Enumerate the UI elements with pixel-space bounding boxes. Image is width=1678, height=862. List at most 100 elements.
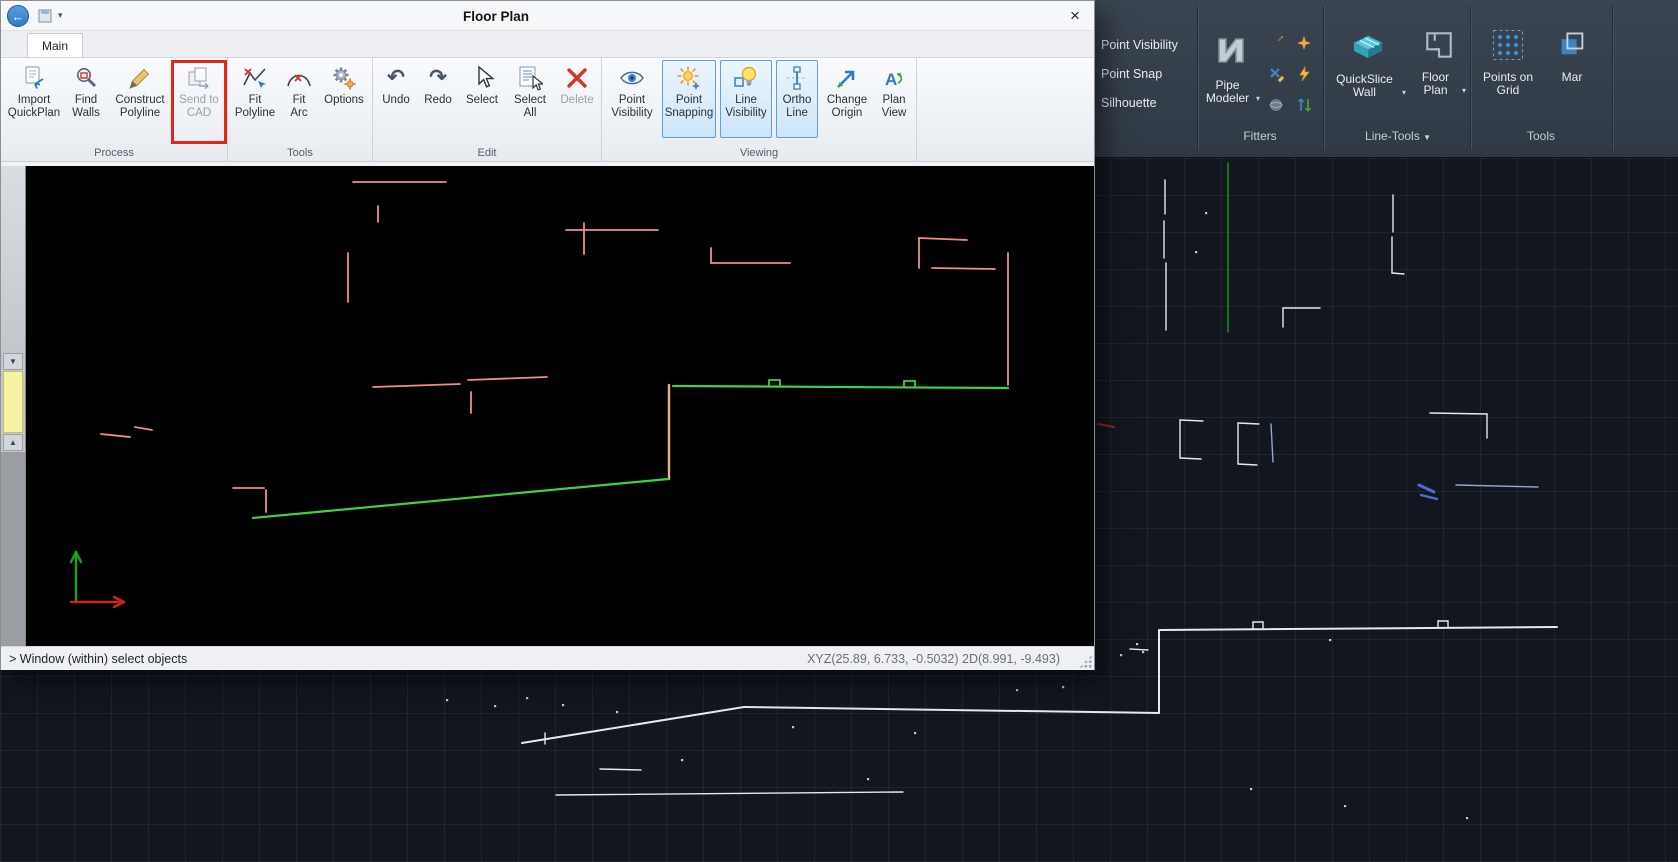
toggle-point-visibility[interactable]: Point Visibility [1097,32,1197,58]
button-label: Point Visibility [607,94,657,120]
button-label: Change Origin [823,94,871,120]
sphere-icon[interactable] [1262,90,1289,120]
import-quickplan-button[interactable]: Import QuickPlan [5,60,63,138]
button-label: Undo [382,94,410,107]
point-visibility-button[interactable]: Point Visibility [606,60,658,138]
floor-plan-dialog: ← ▾ Floor Plan × Main Import QuickPlan [0,0,1095,670]
tab-main[interactable]: Main [27,33,83,57]
group-label-tools: Tools [1478,129,1604,143]
sort-arrows-icon[interactable] [1290,90,1317,120]
palette-strip-top [1,166,25,352]
button-label: Select [466,94,498,107]
partial-right-button[interactable]: Mar [1544,24,1600,124]
floor-plan-drawing [26,166,1094,646]
floor-plan-button[interactable]: Floor Plan▾ [1412,24,1466,124]
quickslice-wall-button[interactable]: QuickSlice Wall▾ [1330,24,1406,124]
side-palette-strip: ▼ ▲ [1,166,26,646]
bomb-icon[interactable] [1262,28,1289,58]
select-button[interactable]: Select [461,60,503,138]
toggle-label: Point Snap [1101,67,1162,81]
button-label: Ortho Line [777,94,817,120]
button-label: Line Visibility [721,94,771,120]
button-label: Select All [508,94,552,120]
group-dropdown-icon: ▼ [1423,133,1431,142]
sun-snap-icon [676,64,702,92]
group-label-line-tools[interactable]: Line-Tools ▼ [1330,129,1466,144]
svg-text:A: A [885,70,897,89]
line-visibility-button[interactable]: Line Visibility [720,60,772,138]
select-all-button[interactable]: Select All [507,60,553,138]
construct-polyline-icon [127,64,153,92]
button-label: Fit Polyline [233,94,277,120]
change-origin-button[interactable]: Change Origin [822,60,872,138]
fit-polyline-icon [242,64,268,92]
toggle-silhouette[interactable]: Silhouette [1097,90,1197,116]
toggle-point-snap[interactable]: Point Snap [1097,61,1197,87]
button-label: Find Walls [68,94,104,120]
spark-icon[interactable] [1290,28,1317,58]
ribbon-separator [1323,6,1324,150]
group-edit: ↶ Undo ↷ Redo Select Selec [373,58,602,161]
dropdown-caret-icon: ▾ [1462,84,1466,97]
toggle-label: Point Visibility [1101,38,1178,52]
plan-view-icon: A [881,64,907,92]
dialog-title: Floor Plan [1,1,991,31]
ortho-line-icon [784,64,810,92]
point-snapping-button[interactable]: Point Snapping [662,60,716,138]
scroll-down-button[interactable]: ▼ [3,353,23,370]
fit-arc-icon [286,64,312,92]
scroll-up-button[interactable]: ▲ [3,434,23,451]
annotation-highlight-box [171,60,227,144]
palette-highlight[interactable] [3,371,23,433]
group-label-process: Process [5,144,223,161]
points-on-grid-icon [1491,28,1525,67]
redo-button[interactable]: ↷ Redo [419,60,457,138]
toggle-label: Silhouette [1101,96,1157,110]
find-walls-icon [73,64,99,92]
dialog-ribbon: Import QuickPlan Find Walls Construct Po… [1,58,1094,162]
status-coordinates: XYZ(25.89, 6.733, -0.5032) 2D(8.991, -9.… [807,652,1060,666]
lightning-icon[interactable] [1290,59,1317,89]
fit-arc-button[interactable]: Fit Arc [282,60,316,138]
change-origin-icon [834,64,860,92]
group-label-fitters: Fitters [1202,129,1318,143]
ortho-line-button[interactable]: Ortho Line [776,60,818,138]
floor-plan-icon [1423,28,1455,67]
button-label: Options [324,94,364,107]
delete-button[interactable]: Delete [557,60,597,138]
construct-polyline-button[interactable]: Construct Polyline [109,60,171,138]
dropdown-caret-icon: ▾ [1256,92,1260,105]
button-label: Point Snapping [663,94,715,120]
fit-polyline-button[interactable]: Fit Polyline [232,60,278,138]
ribbon-separator [1612,6,1613,150]
bulb-icon [733,64,759,92]
pipe-modeler-icon [1211,28,1251,75]
dialog-titlebar: ← ▾ Floor Plan × [1,1,1094,31]
button-label: Import QuickPlan [6,94,62,120]
fitters-mini-toolbar [1262,28,1317,120]
pipe-modeler-button[interactable]: Pipe Modeler▾ [1202,24,1260,124]
undo-icon: ↶ [387,64,405,92]
erase-fit-icon[interactable] [1262,59,1289,89]
tab-strip: Main [1,31,1094,58]
gear-icon [331,64,357,92]
floor-plan-canvas[interactable] [26,166,1094,646]
button-label: Delete [560,94,593,107]
button-label: Fit Arc [283,94,315,120]
eye-icon [619,64,645,92]
group-label-tools: Tools [232,144,368,161]
points-on-grid-button[interactable]: Points on Grid [1478,24,1538,124]
find-walls-button[interactable]: Find Walls [67,60,105,138]
options-button[interactable]: Options [320,60,368,138]
cursor-icon [469,64,495,92]
group-label-viewing: Viewing [606,144,912,161]
ribbon-separator [1470,6,1471,150]
resize-grip[interactable] [1079,655,1092,668]
close-button[interactable]: × [1062,4,1088,28]
redo-icon: ↷ [429,64,447,92]
undo-button[interactable]: ↶ Undo [377,60,415,138]
select-all-icon [517,64,543,92]
plan-view-button[interactable]: A Plan View [876,60,912,138]
group-tools: Fit Polyline Fit Arc Options Tools [228,58,373,161]
ribbon-separator [1197,6,1198,150]
